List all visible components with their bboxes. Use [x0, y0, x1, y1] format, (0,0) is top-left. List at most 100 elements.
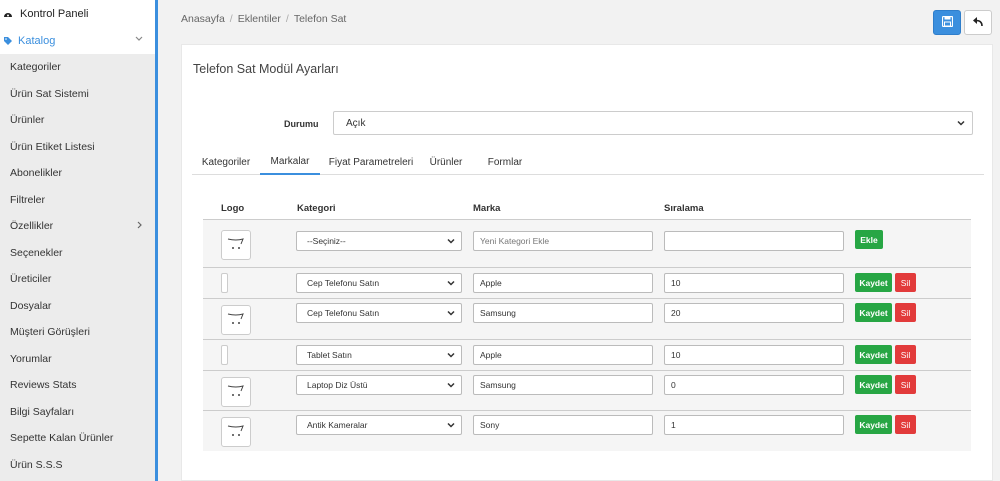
- input-value: Sony: [480, 420, 500, 430]
- input-value: Apple: [480, 350, 502, 360]
- status-select-value: Açık: [346, 117, 366, 129]
- sidebar-item-subscriptions[interactable]: Abonelikler: [0, 160, 155, 187]
- tab-products[interactable]: Ürünler: [422, 149, 470, 175]
- brand-logo-upload[interactable]: [221, 230, 251, 260]
- category-select[interactable]: Tablet Satın: [296, 345, 462, 365]
- order-input[interactable]: 10: [664, 345, 844, 365]
- tab-brands[interactable]: Markalar: [260, 149, 320, 175]
- table-row: Cep Telefonu Satın Apple 10 Kaydet Sil: [203, 268, 971, 298]
- cart-icon: [226, 234, 246, 257]
- save-button[interactable]: [933, 10, 961, 35]
- sidebar-item-product-sale-system[interactable]: Ürün Sat Sistemi: [0, 81, 155, 108]
- sidebar-item-reviews[interactable]: Yorumlar: [0, 346, 155, 373]
- order-input[interactable]: 20: [664, 303, 844, 323]
- cart-icon: [226, 421, 246, 444]
- row-delete-button[interactable]: Sil: [895, 273, 916, 292]
- sidebar-item-catalog[interactable]: Katalog: [0, 28, 155, 54]
- new-category-select[interactable]: --Seçiniz--: [296, 231, 462, 251]
- tab-label: Formlar: [487, 156, 523, 168]
- row-delete-button[interactable]: Sil: [895, 375, 916, 394]
- back-button[interactable]: [964, 10, 992, 35]
- brand-logo-upload[interactable]: [221, 345, 228, 365]
- chevron-down-icon: [446, 380, 456, 392]
- sidebar-item-manufacturers[interactable]: Üreticiler: [0, 266, 155, 293]
- select-value: Laptop Diz Üstü: [307, 380, 368, 390]
- tab-label: Ürünler: [429, 156, 463, 168]
- input-value: 20: [671, 308, 681, 318]
- row-save-button[interactable]: Kaydet: [855, 273, 892, 292]
- brand-logo-upload[interactable]: [221, 273, 228, 293]
- chevron-right-icon: [137, 220, 143, 232]
- row-save-button[interactable]: Kaydet: [855, 345, 892, 364]
- row-delete-button[interactable]: Sil: [895, 415, 916, 434]
- breadcrumb-home[interactable]: Anasayfa: [181, 13, 225, 25]
- brand-logo-upload[interactable]: [221, 377, 251, 407]
- tab-label: Markalar: [270, 155, 310, 167]
- select-value: Antik Kameralar: [307, 420, 368, 430]
- column-header-category: Kategori: [297, 203, 336, 214]
- row-save-button[interactable]: Kaydet: [855, 375, 892, 394]
- input-value: Samsung: [480, 308, 516, 318]
- panel-title: Telefon Sat Modül Ayarları: [193, 62, 339, 76]
- brand-input[interactable]: Samsung: [473, 375, 653, 395]
- tab-categories[interactable]: Kategoriler: [192, 149, 260, 175]
- breadcrumb-current[interactable]: Telefon Sat: [294, 13, 347, 25]
- sidebar-submenu: Kategoriler Ürün Sat Sistemi Ürünler Ürü…: [0, 54, 155, 481]
- order-input[interactable]: 0: [664, 375, 844, 395]
- row-delete-button[interactable]: Sil: [895, 303, 916, 322]
- sidebar-item-label: Üreticiler: [10, 273, 52, 286]
- sidebar-item-options[interactable]: Seçenekler: [0, 240, 155, 267]
- sidebar-item-filters[interactable]: Filtreler: [0, 187, 155, 214]
- status-select[interactable]: Açık: [333, 111, 973, 135]
- new-order-input[interactable]: [664, 231, 844, 251]
- new-brand-input[interactable]: Yeni Kategori Ekle: [473, 231, 653, 251]
- sidebar-item-product-tags[interactable]: Ürün Etiket Listesi: [0, 134, 155, 161]
- brand-input[interactable]: Samsung: [473, 303, 653, 323]
- sidebar-item-label: Müşteri Görüşleri: [10, 326, 90, 339]
- select-value: Tablet Satın: [307, 350, 352, 360]
- sidebar-item-abandoned-carts[interactable]: Sepette Kalan Ürünler: [0, 425, 155, 452]
- row-delete-button[interactable]: Sil: [895, 345, 916, 364]
- sidebar-item-products[interactable]: Ürünler: [0, 107, 155, 134]
- input-placeholder: Yeni Kategori Ekle: [480, 236, 550, 246]
- row-save-button[interactable]: Kaydet: [855, 415, 892, 434]
- cart-icon: [226, 309, 246, 332]
- row-save-button[interactable]: Kaydet: [855, 303, 892, 322]
- table-row: Tablet Satın Apple 10 Kaydet Sil: [203, 340, 971, 370]
- breadcrumb-extensions[interactable]: Eklentiler: [238, 13, 281, 25]
- order-input[interactable]: 1: [664, 415, 844, 435]
- sidebar-item-information[interactable]: Bilgi Sayfaları: [0, 399, 155, 426]
- sidebar-item-categories[interactable]: Kategoriler: [0, 54, 155, 81]
- sidebar-item-label: Dosyalar: [10, 299, 52, 312]
- sidebar-item-label: Seçenekler: [10, 246, 63, 259]
- category-select[interactable]: Antik Kameralar: [296, 415, 462, 435]
- sidebar-item-testimonials[interactable]: Müşteri Görüşleri: [0, 319, 155, 346]
- tab-forms[interactable]: Formlar: [478, 149, 532, 175]
- brand-logo-upload[interactable]: [221, 417, 251, 447]
- sidebar-item-label: Reviews Stats: [10, 379, 77, 392]
- brand-input[interactable]: Sony: [473, 415, 653, 435]
- sidebar-item-product-faq[interactable]: Ürün S.S.S: [0, 452, 155, 479]
- add-button[interactable]: Ekle: [855, 230, 883, 249]
- tag-icon: [2, 35, 14, 47]
- category-select[interactable]: Cep Telefonu Satın: [296, 303, 462, 323]
- tab-price-parameters[interactable]: Fiyat Parametreleri: [324, 149, 418, 175]
- sidebar-item-dashboard[interactable]: Kontrol Paneli: [0, 0, 155, 28]
- chevron-down-icon: [135, 34, 143, 45]
- brand-input[interactable]: Apple: [473, 345, 653, 365]
- sidebar-item-review-stats[interactable]: Reviews Stats: [0, 372, 155, 399]
- brand-logo-upload[interactable]: [221, 305, 251, 335]
- category-select[interactable]: Cep Telefonu Satın: [296, 273, 462, 293]
- breadcrumb-separator: /: [229, 13, 233, 25]
- sidebar-item-label: Bilgi Sayfaları: [10, 405, 75, 418]
- column-header-brand: Marka: [473, 203, 501, 214]
- order-input[interactable]: 10: [664, 273, 844, 293]
- tab-bar: Kategoriler Markalar Fiyat Parametreleri…: [192, 149, 984, 175]
- sidebar-item-files[interactable]: Dosyalar: [0, 293, 155, 320]
- select-value: Cep Telefonu Satın: [307, 278, 380, 288]
- brand-input[interactable]: Apple: [473, 273, 653, 293]
- category-select[interactable]: Laptop Diz Üstü: [296, 375, 462, 395]
- cart-icon: [226, 381, 246, 404]
- sidebar-item-attributes[interactable]: Özellikler: [0, 213, 155, 240]
- sidebar-item-label: Ürün S.S.S: [10, 458, 63, 471]
